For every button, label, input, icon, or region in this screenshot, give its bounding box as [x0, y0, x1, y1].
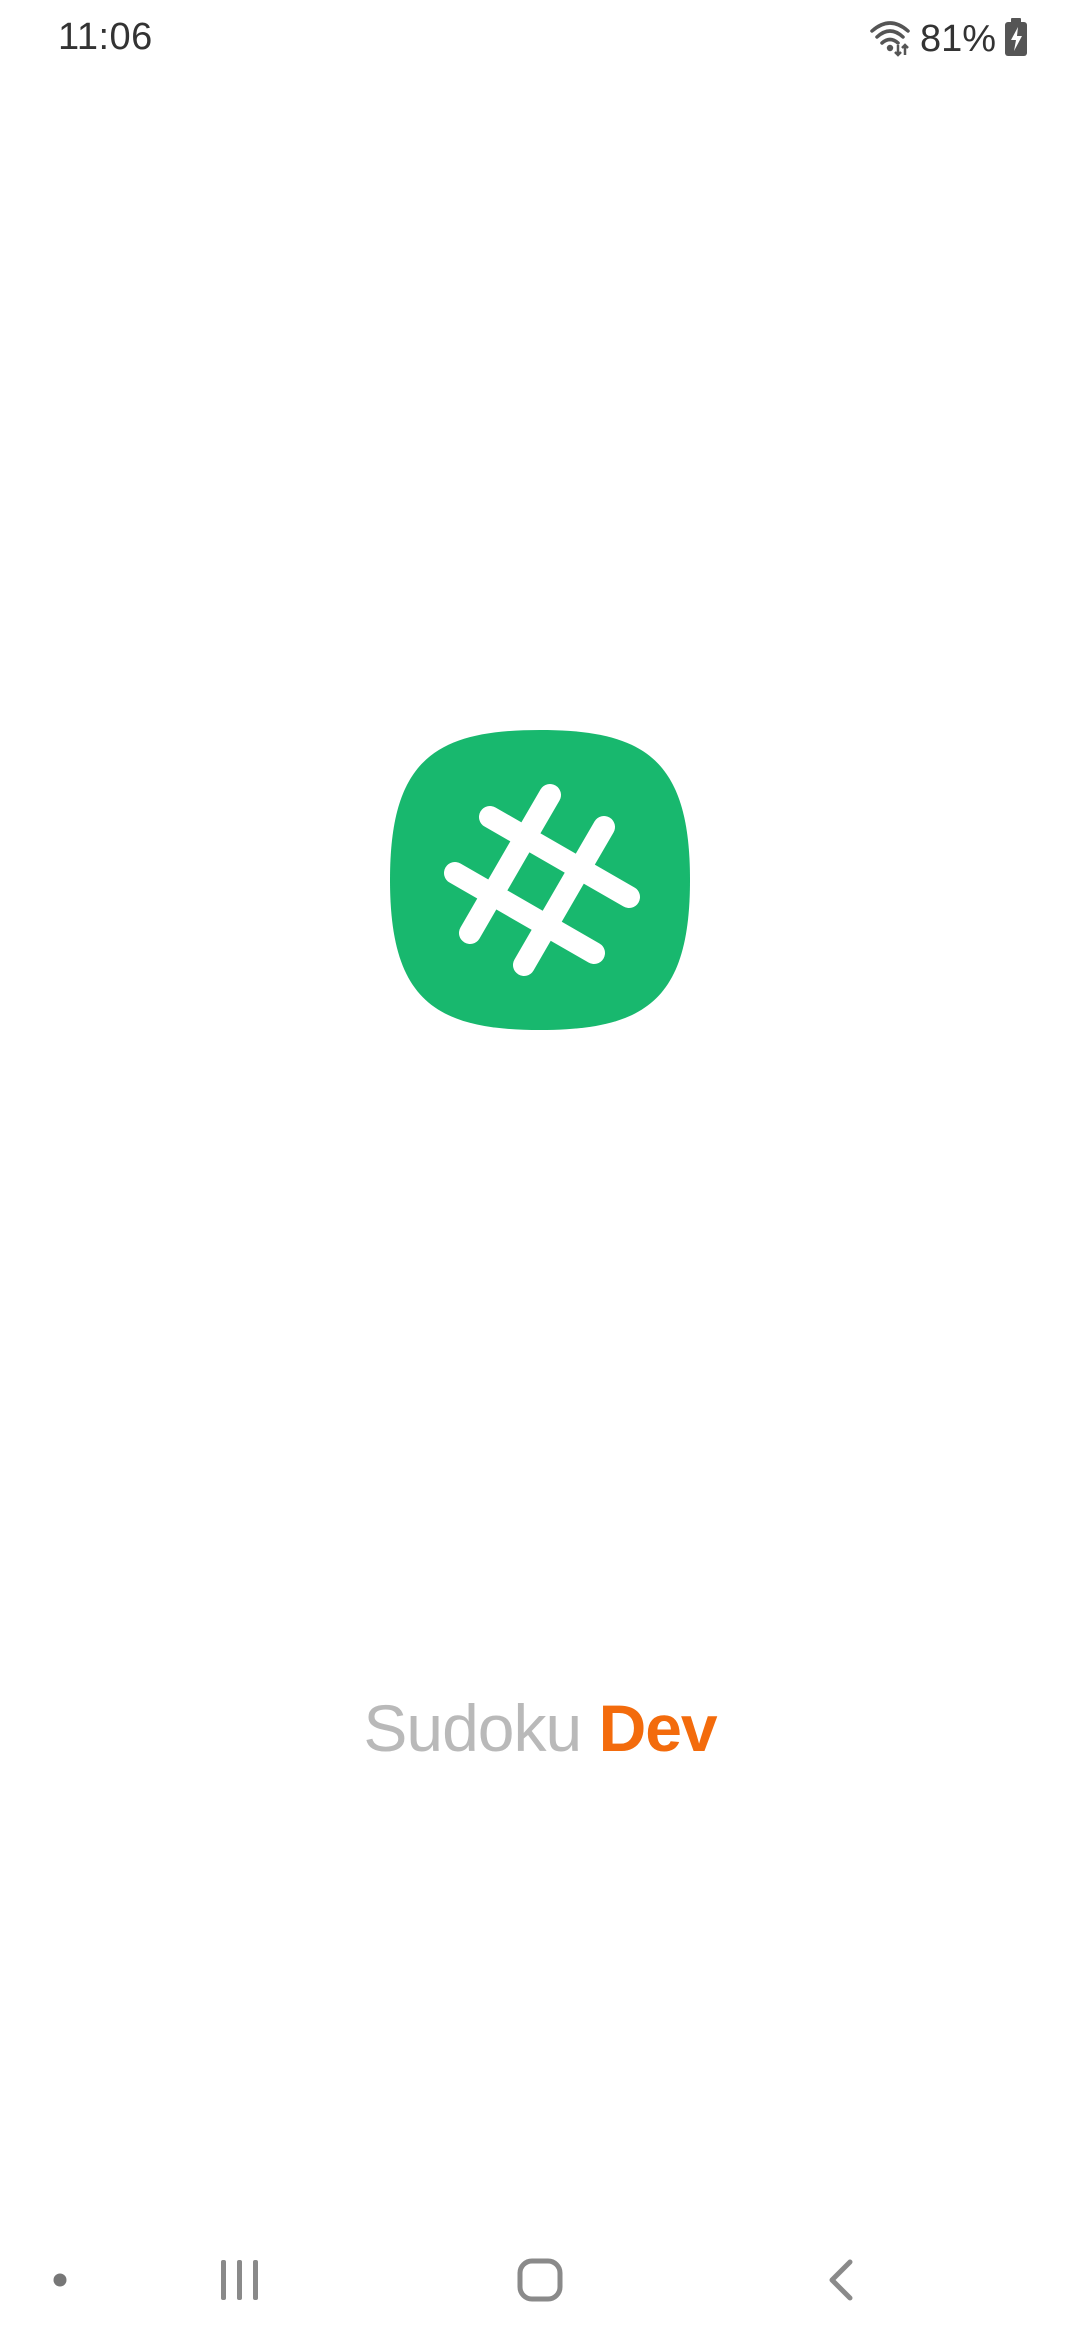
app-name-sudoku: Sudoku	[363, 1691, 582, 1765]
dot-icon	[40, 2250, 80, 2310]
splash-screen: 11:06 81% Sudoku Dev	[0, 0, 1080, 2340]
recent-apps-icon[interactable]	[200, 2250, 280, 2310]
app-icon	[385, 725, 695, 1035]
app-name: Sudoku Dev	[0, 1690, 1080, 1766]
hash-grid-icon	[390, 730, 690, 1030]
battery-charging-icon	[1004, 17, 1028, 62]
back-icon[interactable]	[800, 2250, 880, 2310]
navigation-bar	[0, 2220, 1080, 2340]
battery-percent: 81%	[919, 17, 996, 60]
status-time: 11:06	[58, 16, 153, 58]
status-bar: 11:06 81%	[0, 0, 1080, 80]
wifi-icon	[868, 17, 912, 62]
home-icon[interactable]	[500, 2250, 580, 2310]
app-name-dev: Dev	[598, 1691, 718, 1765]
status-right-group: 81%	[868, 14, 1028, 64]
